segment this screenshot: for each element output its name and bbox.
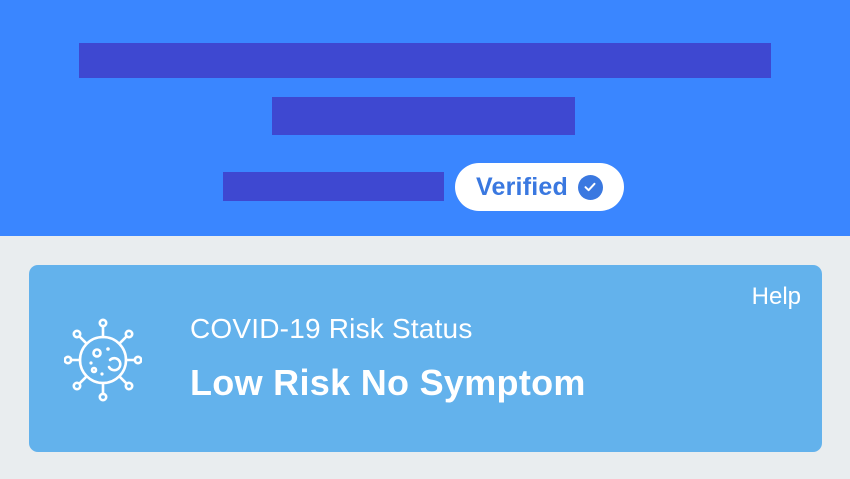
profile-header: Verified [0, 0, 850, 236]
redacted-id [223, 172, 444, 201]
risk-status-card[interactable]: Help COVID-19 Risk Status Low Risk No Sy… [29, 265, 822, 452]
verified-badge: Verified [455, 163, 624, 211]
virus-icon [63, 318, 143, 402]
help-link[interactable]: Help [752, 283, 801, 311]
check-circle-icon [577, 174, 603, 200]
redacted-name [79, 43, 771, 78]
redacted-detail [272, 97, 575, 135]
risk-status-subtitle: COVID-19 Risk Status [190, 313, 473, 344]
risk-status-value: Low Risk No Symptom [190, 362, 586, 403]
verified-label: Verified [476, 172, 568, 201]
